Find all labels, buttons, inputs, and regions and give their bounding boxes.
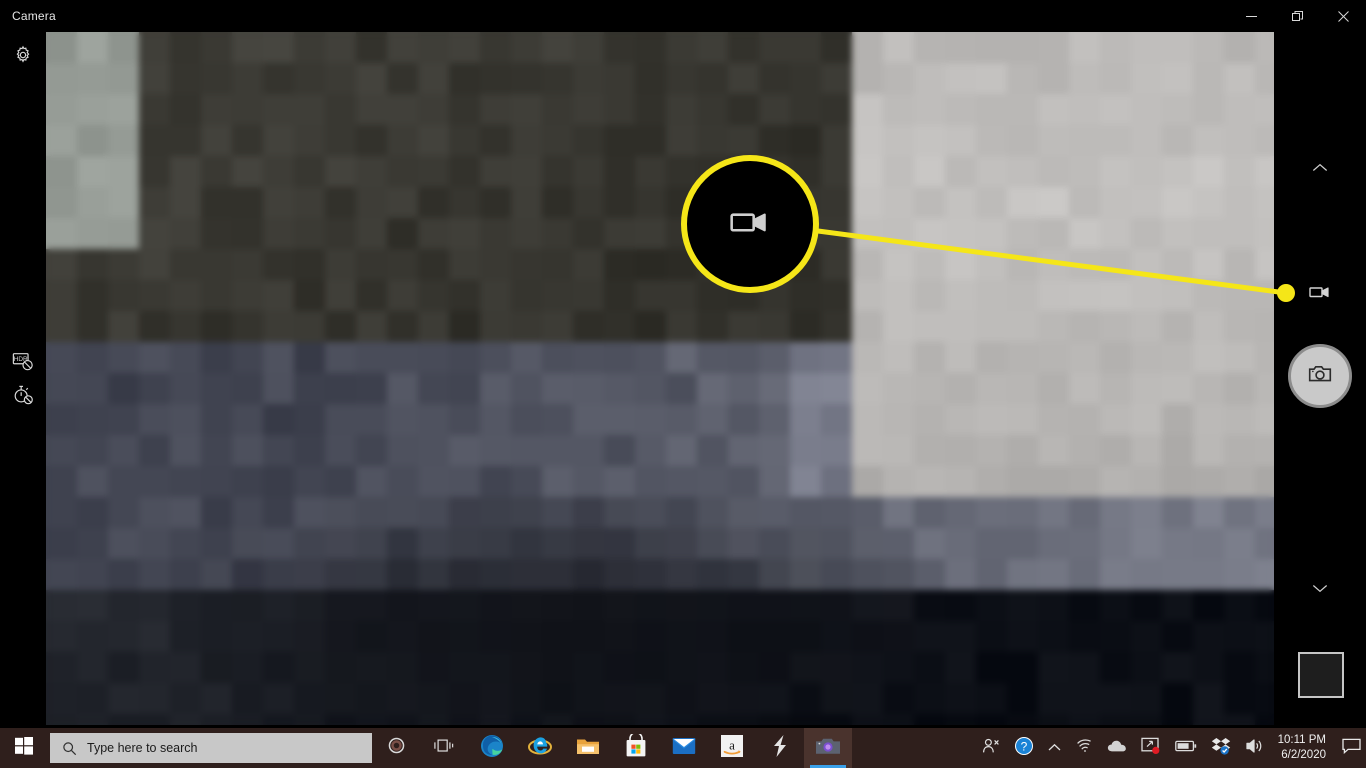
gear-icon [13,45,33,70]
show-hidden-icons-button[interactable] [1041,728,1068,768]
wifi-icon [1075,738,1093,758]
mail-icon [672,736,696,761]
clock[interactable]: 10:11 PM 6/2/2020 [1272,728,1336,768]
edge-icon [480,734,504,763]
microsoft-store-icon [625,731,647,763]
chevron-up-icon [1310,158,1330,183]
network-button[interactable] [1068,728,1100,768]
notification-center-button[interactable] [1336,728,1366,768]
video-camera-icon [728,200,772,249]
camera-icon [1307,361,1333,392]
svg-text:?: ? [1020,739,1027,753]
right-toolbar [1274,32,1366,736]
people-icon [982,738,1000,759]
taskbar-app-camera[interactable] [804,728,852,768]
cloud-icon [1107,739,1127,758]
clock-time: 10:11 PM [1277,734,1326,746]
window-controls [1228,0,1366,32]
camera-body: HDR [0,32,1366,736]
search-icon [62,741,77,756]
video-mode-button[interactable] [1304,278,1336,310]
title-bar: Camera [0,0,1366,32]
left-toolbar: HDR [0,32,46,726]
search-placeholder: Type here to search [87,741,198,755]
taskbar-app-amazon[interactable]: a [708,728,756,768]
hdr-off-icon: HDR [12,350,34,377]
internet-explorer-icon [528,734,552,763]
cortana-circle-icon [387,736,406,760]
taskbar: Type here to search a ? 10:11 PM 6/2/202… [0,728,1366,768]
video-camera-icon [1308,280,1332,309]
display-alert-button[interactable] [1134,728,1168,768]
monitor-alert-icon [1140,737,1161,760]
search-input[interactable]: Type here to search [50,733,372,763]
dropbox-button[interactable] [1204,728,1238,768]
svg-text:a: a [729,737,735,752]
photo-timer-button[interactable] [7,381,39,413]
camera-preview [46,32,1274,725]
chevron-down-icon [1310,578,1330,603]
annotation-callout-bubble [681,155,819,293]
chevron-up-icon [1048,739,1061,757]
battery-icon [1174,739,1197,757]
taskbar-app-edge[interactable] [468,728,516,768]
taskbar-app-mail[interactable] [660,728,708,768]
maximize-restore-button[interactable] [1274,0,1320,32]
dropbox-icon [1211,737,1231,760]
start-button[interactable] [0,728,48,768]
file-explorer-icon [576,735,600,762]
question-circle-icon: ? [1014,736,1034,761]
window-title: Camera [12,9,56,23]
volume-button[interactable] [1238,728,1272,768]
settings-button[interactable] [7,41,39,73]
lightning-s-icon [771,734,789,763]
taskbar-app-internet-explorer[interactable] [516,728,564,768]
system-tray: ? 10:11 PM 6/2/2020 [975,728,1366,768]
photo-capture-button[interactable] [1288,344,1352,408]
minimize-button[interactable] [1228,0,1274,32]
timer-off-icon [12,384,34,411]
get-help-button[interactable]: ? [1007,728,1041,768]
speaker-icon [1245,738,1265,759]
amazon-icon: a [721,734,743,762]
mode-scroll-up-button[interactable] [1304,154,1336,186]
close-button[interactable] [1320,0,1366,32]
taskbar-app-file-explorer[interactable] [564,728,612,768]
cortana-button[interactable] [372,728,420,768]
mode-scroll-down-button[interactable] [1304,574,1336,606]
hdr-toggle-button[interactable]: HDR [7,347,39,379]
camera-app-window: Camera HDR Type here to search a ? 10:11… [0,0,1366,768]
camera-icon [815,736,841,761]
preview-canvas [46,32,1274,725]
clock-date: 6/2/2020 [1281,749,1326,761]
taskbar-app-lightning[interactable] [756,728,804,768]
taskbar-app-microsoft-store[interactable] [612,728,660,768]
speech-bubble-icon [1341,738,1361,759]
people-icon-button[interactable] [975,728,1007,768]
gallery-thumbnail-button[interactable] [1298,652,1344,698]
task-view-button[interactable] [420,728,468,768]
onedrive-button[interactable] [1100,728,1134,768]
task-view-icon [434,737,454,760]
battery-button[interactable] [1168,728,1204,768]
windows-logo-icon [15,736,33,760]
